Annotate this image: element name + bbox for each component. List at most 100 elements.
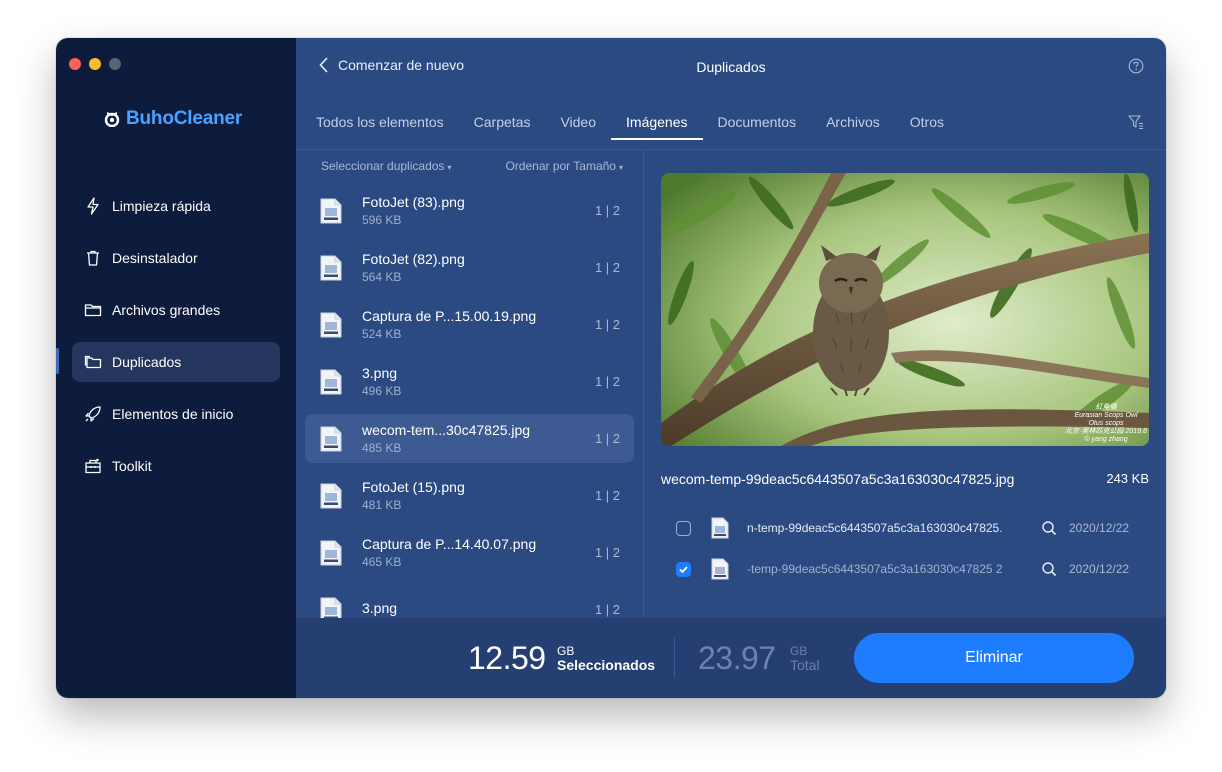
sidebar-nav: Limpieza rápida Desinstalador Archivos g…	[72, 186, 280, 498]
copy-checkbox[interactable]	[676, 520, 691, 536]
tab-video[interactable]: Video	[545, 114, 611, 140]
app-window: BuhoCleaner Limpieza rápida Desinstalado…	[56, 38, 1166, 698]
duplicate-count: 1 | 2	[594, 602, 620, 617]
sidebar-item-archivos-grandes[interactable]: Archivos grandes	[72, 290, 280, 330]
file-size: 496 KB	[362, 384, 402, 398]
file-name: 3.png	[362, 365, 398, 381]
list-item-text: Captura de P...15.00.19.png 524 KB	[362, 308, 536, 341]
svg-text:© yang zhang: © yang zhang	[1084, 435, 1127, 443]
sidebar: BuhoCleaner Limpieza rápida Desinstalado…	[56, 38, 296, 698]
file-size: 481 KB	[362, 498, 402, 512]
file-name: 3.png	[362, 600, 398, 616]
selected-unit: GB Seleccionados	[557, 644, 655, 672]
tab-documentos[interactable]: Documentos	[703, 114, 812, 140]
file-name: wecom-tem...30c47825.jpg	[362, 422, 531, 438]
copy-checkbox[interactable]	[676, 561, 691, 577]
png-file-icon	[320, 369, 342, 394]
buho-logo-icon	[104, 112, 120, 127]
list-item[interactable]: Captura de P...14.40.07.png 465 KB 1 | 2	[305, 528, 634, 577]
tab-imagenes[interactable]: Imágenes	[611, 114, 703, 140]
png-file-icon	[320, 540, 342, 565]
copy-date: 2020/12/22	[1069, 562, 1130, 576]
trash-icon	[87, 250, 99, 266]
tab-carpetas[interactable]: Carpetas	[459, 114, 546, 140]
select-duplicates-dropdown[interactable]: Seleccionar duplicados ▾	[321, 159, 451, 173]
list-item-text: FotoJet (83).png 596 KB	[362, 194, 465, 227]
list-item[interactable]: 3.png 496 KB 1 | 2	[305, 357, 634, 406]
file-size: 524 KB	[362, 327, 402, 341]
total-label: Total	[790, 657, 820, 673]
owl	[813, 245, 889, 397]
copy-path: -temp-99deac5c6443507a5c3a163030c47825 2	[747, 562, 1003, 576]
list-header: Seleccionar duplicados ▾ Ordenar por Tama…	[296, 150, 643, 182]
caret-down-icon: ▾	[447, 163, 452, 172]
list-item[interactable]: FotoJet (15).png 481 KB 1 | 2	[305, 471, 634, 520]
sidebar-item-label: Limpieza rápida	[112, 198, 211, 214]
sidebar-item-toolkit[interactable]: Toolkit	[72, 446, 280, 486]
selected-label: Seleccionados	[557, 657, 656, 673]
total-size: 23.97	[698, 640, 776, 676]
help-icon[interactable]	[1128, 58, 1144, 74]
duplicate-count: 1 | 2	[594, 545, 620, 560]
png-file-icon	[320, 426, 342, 451]
zoom-button[interactable]	[109, 58, 121, 70]
svg-text:Otus scops: Otus scops	[1088, 420, 1124, 427]
tab-todos-los-elementos[interactable]: Todos los elementos	[316, 114, 459, 140]
sidebar-item-duplicados[interactable]: Duplicados	[72, 342, 280, 382]
file-name: FotoJet (15).png	[362, 479, 465, 495]
duplicate-list: Seleccionar duplicados ▾ Ordenar por Tama…	[296, 150, 644, 618]
active-indicator	[56, 348, 59, 374]
png-file-icon	[320, 255, 342, 280]
selected-unit-label: GB	[557, 644, 575, 658]
tab-otros[interactable]: Otros	[895, 114, 959, 140]
svg-text:紅角鴞: 紅角鴞	[1096, 403, 1118, 411]
duplicate-copy-row: n-temp-99deac5c6443507a5c3a163030c47825.…	[676, 515, 1149, 541]
list-item[interactable]: FotoJet (82).png 564 KB 1 | 2	[305, 243, 634, 292]
sort-label: Ordenar por Tamaño	[505, 159, 616, 173]
preview-filename: wecom-temp-99deac5c6443507a5c3a163030c47…	[661, 471, 1015, 487]
sort-dropdown[interactable]: Ordenar por Tamaño ▾	[505, 159, 623, 173]
list-item[interactable]: Captura de P...15.00.19.png 524 KB 1 | 2	[305, 300, 634, 349]
duplicate-folder-icon	[84, 355, 102, 369]
list-item-text: wecom-tem...30c47825.jpg 485 KB	[362, 422, 530, 455]
image-file-icon	[711, 558, 729, 580]
reveal-in-finder-icon[interactable]	[1041, 561, 1057, 577]
sidebar-item-label: Toolkit	[112, 458, 152, 474]
file-size: 485 KB	[362, 441, 402, 455]
sidebar-item-elementos-de-inicio[interactable]: Elementos de inicio	[72, 394, 280, 434]
selected-size: 12.59	[468, 640, 546, 676]
brand-name: BuhoCleaner	[126, 108, 243, 129]
list-item[interactable]: FotoJet (83).png 596 KB 1 | 2	[305, 186, 634, 235]
file-size: 564 KB	[362, 270, 402, 284]
svg-text:Eurasian Scops Owl: Eurasian Scops Owl	[1074, 412, 1137, 419]
preview-pane: 紅角鴞 Eurasian Scops Owl Otus scops 北京·奥林匹…	[644, 150, 1166, 618]
caret-down-icon: ▾	[618, 163, 623, 172]
brand: BuhoCleaner	[104, 108, 242, 130]
delete-button[interactable]: Eliminar	[854, 633, 1134, 683]
sidebar-item-limpieza-rapida[interactable]: Limpieza rápida	[72, 186, 280, 226]
png-file-icon	[320, 198, 342, 223]
filter-icon[interactable]	[1128, 114, 1144, 130]
list-item[interactable]: wecom-tem...30c47825.jpg 485 KB 1 | 2	[305, 414, 634, 463]
list-item[interactable]: 3.png 1 | 2	[305, 585, 634, 618]
tab-archivos[interactable]: Archivos	[811, 114, 895, 140]
minimize-button[interactable]	[89, 58, 101, 70]
sidebar-item-desinstalador[interactable]: Desinstalador	[72, 238, 280, 278]
owl-photo: 紅角鴞 Eurasian Scops Owl Otus scops 北京·奥林匹…	[661, 173, 1149, 446]
sidebar-item-label: Elementos de inicio	[112, 406, 234, 422]
copy-date: 2020/12/22	[1069, 521, 1130, 535]
select-duplicates-label: Seleccionar duplicados	[321, 159, 445, 173]
image-file-icon	[711, 517, 729, 539]
footer-bar: 12.59 GB Seleccionados 23.97 GB Total El…	[296, 618, 1166, 698]
file-name: Captura de P...15.00.19.png	[362, 308, 537, 324]
close-button[interactable]	[69, 58, 81, 70]
png-file-icon	[320, 483, 342, 508]
duplicate-count: 1 | 2	[594, 317, 620, 332]
list-item-text: Captura de P...14.40.07.png 465 KB	[362, 536, 536, 569]
reveal-in-finder-icon[interactable]	[1041, 520, 1057, 536]
main-panel: Comenzar de nuevo Duplicados Todos los e…	[296, 38, 1166, 698]
png-file-icon	[320, 312, 342, 337]
duplicate-copy-row: -temp-99deac5c6443507a5c3a163030c47825 2…	[676, 556, 1149, 582]
duplicate-count: 1 | 2	[594, 488, 620, 503]
list-item-text: 3.png 496 KB	[362, 365, 401, 398]
